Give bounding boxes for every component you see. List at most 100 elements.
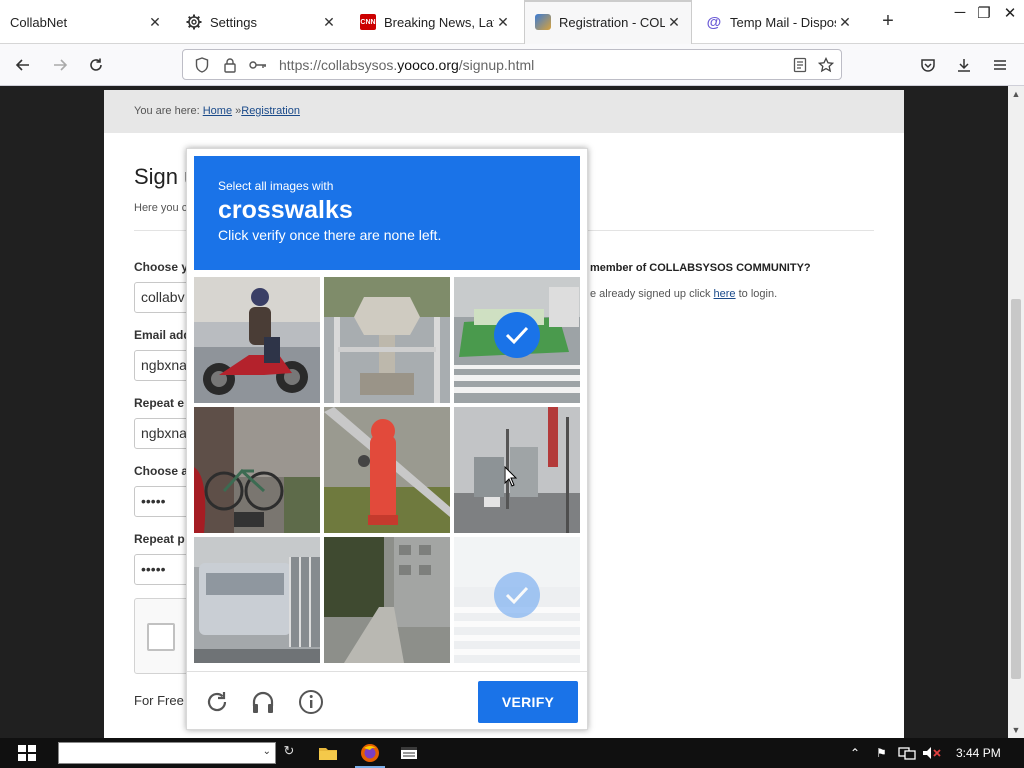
bookmark-star-icon[interactable]	[815, 55, 837, 75]
member-login-text: e already signed up click here to login.	[590, 288, 778, 300]
reload-icon	[90, 58, 102, 71]
challenge-footer: VERIFY	[187, 671, 587, 729]
close-icon[interactable]: ✕	[146, 14, 164, 31]
navigation-toolbar: https://collabsysos.yooco.org/signup.htm…	[0, 44, 1024, 86]
tab-temp-mail[interactable]: @ Temp Mail - Disposab ✕	[696, 0, 862, 44]
scroll-up-icon[interactable]: ▲	[1008, 86, 1024, 102]
tile-taxi-crosswalk[interactable]	[454, 277, 580, 403]
breadcrumb-registration-link[interactable]: Registration	[241, 105, 300, 117]
tab-strip: CollabNet ✕ Settings ✕ CNN Breaking News…	[0, 0, 1024, 44]
menu-button[interactable]	[987, 52, 1013, 78]
registration-icon	[535, 14, 551, 30]
email-label: Email add	[134, 328, 191, 342]
minimize-button[interactable]: ─	[948, 4, 972, 24]
network-icon[interactable]	[898, 746, 916, 760]
tile-motorcycle[interactable]	[194, 277, 320, 403]
app-window-icon[interactable]	[390, 738, 428, 768]
hamburger-icon	[994, 60, 1006, 70]
tab-title: CollabNet	[10, 14, 68, 30]
back-button[interactable]	[10, 52, 36, 78]
breadcrumb-prefix: You are here:	[134, 105, 200, 117]
challenge-header: Select all images with crosswalks Click …	[194, 156, 580, 270]
tile-fire-hydrant[interactable]	[324, 407, 450, 533]
image-grid	[194, 277, 580, 663]
recaptcha-checkbox[interactable]	[147, 623, 175, 651]
flag-icon[interactable]: ⚑	[876, 746, 887, 760]
audio-challenge-button[interactable]	[249, 688, 277, 716]
close-icon[interactable]: ✕	[320, 14, 338, 31]
reload-challenge-button[interactable]	[203, 688, 231, 716]
forward-button[interactable]	[47, 52, 73, 78]
login-here-link[interactable]: here	[714, 288, 736, 300]
windows-start-icon[interactable]	[18, 745, 36, 761]
tab-cnn[interactable]: CNN Breaking News, Latest ✕	[350, 0, 520, 44]
scroll-down-icon[interactable]: ▼	[1008, 722, 1024, 738]
new-tab-button[interactable]: +	[876, 10, 900, 34]
gear-icon	[186, 14, 202, 30]
page-scrollbar[interactable]: ▲ ▼	[1008, 86, 1024, 738]
lock-icon[interactable]	[219, 55, 241, 75]
tile-bus[interactable]	[194, 537, 320, 663]
breadcrumb-home-link[interactable]: Home	[203, 105, 232, 117]
arrow-left-icon	[15, 59, 29, 71]
pocket-button[interactable]	[915, 52, 941, 78]
tab-collabnet[interactable]: CollabNet ✕	[0, 0, 172, 44]
tab-title: Temp Mail - Disposab	[730, 14, 836, 30]
refresh-icon	[207, 692, 227, 712]
repeat-password-label: Repeat p	[134, 532, 185, 546]
challenge-instruction: Select all images with	[218, 179, 334, 193]
arrow-right-icon	[54, 59, 68, 71]
scrollbar-thumb[interactable]	[1011, 299, 1021, 679]
refresh-icon[interactable]: ↻	[280, 743, 298, 761]
pocket-icon	[921, 59, 935, 72]
selected-check-icon	[494, 312, 540, 358]
address-bar[interactable]: https://collabsysos.yooco.org/signup.htm…	[182, 49, 842, 80]
tab-title: Settings	[210, 14, 257, 30]
headphones-icon	[252, 691, 274, 713]
chevron-up-icon[interactable]: ⌃	[850, 746, 860, 760]
tab-title: Breaking News, Latest	[384, 14, 494, 30]
tab-settings[interactable]: Settings ✕	[176, 0, 346, 44]
close-icon[interactable]: ✕	[836, 14, 854, 31]
reader-view-icon[interactable]	[789, 55, 811, 75]
downloads-button[interactable]	[951, 52, 977, 78]
cnn-icon: CNN	[360, 14, 376, 30]
tile-sidewalk[interactable]	[324, 537, 450, 663]
firefox-icon[interactable]	[351, 738, 389, 768]
tab-registration[interactable]: Registration - COLLAB ✕	[524, 0, 692, 44]
tile-hydrant-post[interactable]	[324, 277, 450, 403]
url-text[interactable]: https://collabsysos.yooco.org/signup.htm…	[279, 57, 534, 73]
download-icon	[958, 59, 970, 72]
chevron-down-icon[interactable]: ⌄	[263, 746, 271, 757]
username-label: Choose y	[134, 260, 189, 274]
help-button[interactable]	[297, 688, 325, 716]
member-heading: member of COLLABSYSOS COMMUNITY?	[590, 262, 811, 274]
at-icon: @	[706, 13, 722, 31]
tile-bicycle[interactable]	[194, 407, 320, 533]
shield-icon[interactable]	[191, 55, 213, 75]
mouse-cursor-icon	[504, 466, 518, 487]
taskbar-clock[interactable]: 3:44 PM	[956, 746, 1001, 760]
close-icon[interactable]: ✕	[494, 14, 512, 31]
restore-button[interactable]: ❐	[972, 4, 996, 24]
close-icon[interactable]: ✕	[665, 14, 683, 31]
taskbar-search-input[interactable]: ⌄	[58, 742, 276, 764]
volume-muted-icon[interactable]	[922, 746, 942, 760]
captcha-challenge: Select all images with crosswalks Click …	[186, 148, 588, 730]
repeat-email-label: Repeat e	[134, 396, 185, 410]
breadcrumb: You are here: Home »Registration	[104, 90, 904, 133]
key-icon[interactable]	[247, 55, 269, 75]
close-window-button[interactable]: ✕	[998, 4, 1022, 24]
info-icon	[299, 690, 323, 714]
verify-button[interactable]: VERIFY	[478, 681, 578, 723]
reload-button[interactable]	[83, 52, 109, 78]
file-explorer-icon[interactable]	[309, 738, 347, 768]
intro-text: Here you c	[134, 202, 188, 214]
for-free-text: For Free	[134, 693, 184, 708]
selected-check-icon	[494, 572, 540, 618]
challenge-keyword: crosswalks	[218, 196, 353, 224]
tab-title: Registration - COLLAB	[559, 14, 665, 30]
tile-crosswalk[interactable]	[454, 537, 580, 663]
challenge-note: Click verify once there are none left.	[218, 227, 442, 243]
password-label: Choose a	[134, 464, 189, 478]
